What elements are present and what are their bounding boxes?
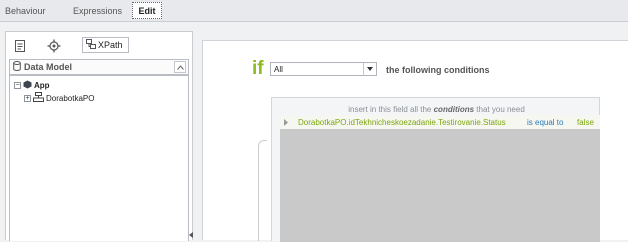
tab-edit[interactable]: Edit bbox=[132, 2, 162, 19]
conditions-label: the following conditions bbox=[386, 65, 490, 75]
hint-text-emphasis: conditions bbox=[433, 105, 475, 114]
tree-item-label: App bbox=[34, 81, 50, 90]
xpath-label: XPath bbox=[98, 40, 123, 50]
tree-item-app[interactable]: − App bbox=[14, 80, 50, 91]
collapse-icon[interactable]: − bbox=[14, 82, 21, 89]
document-icon[interactable] bbox=[13, 39, 27, 53]
tab-divider bbox=[0, 21, 628, 22]
gear-icon[interactable] bbox=[47, 39, 61, 53]
conditions-hint: insert in this field all the conditions … bbox=[272, 105, 601, 114]
condition-field[interactable]: DorabotkaPO.idTekhnicheskoezadanie.Testi… bbox=[298, 118, 506, 127]
app-icon bbox=[23, 80, 32, 91]
dropdown-arrow-icon[interactable] bbox=[363, 63, 376, 75]
xpath-icon bbox=[86, 39, 96, 51]
xpath-button[interactable]: XPath bbox=[82, 37, 129, 53]
data-model-title: Data Model bbox=[24, 62, 73, 72]
left-panel: XPath Data Model − App + DorabotkaPO bbox=[5, 31, 193, 241]
conditions-area[interactable] bbox=[280, 115, 600, 242]
data-model-tree: − App + DorabotkaPO bbox=[9, 75, 189, 241]
row-pointer-icon bbox=[284, 118, 292, 126]
condition-operator[interactable]: is equal to bbox=[527, 118, 563, 127]
condition-row[interactable]: DorabotkaPO.idTekhnicheskoezadanie.Testi… bbox=[280, 115, 600, 129]
data-model-header: Data Model bbox=[9, 59, 189, 75]
collapse-left-icon[interactable] bbox=[189, 230, 193, 240]
condition-value[interactable]: false bbox=[577, 118, 594, 127]
tab-expressions[interactable]: Expressions bbox=[73, 6, 122, 16]
group-bracket bbox=[258, 140, 267, 241]
conditions-drop-zone[interactable]: insert in this field all the conditions … bbox=[271, 97, 601, 242]
tree-item-dorabotkapo[interactable]: + DorabotkaPO bbox=[24, 92, 94, 104]
tab-behaviour[interactable]: Behaviour bbox=[5, 6, 46, 16]
database-icon bbox=[13, 61, 21, 73]
quantifier-value: All bbox=[274, 65, 283, 74]
tree-item-label: DorabotkaPO bbox=[46, 93, 95, 103]
quantifier-select[interactable]: All bbox=[270, 62, 377, 76]
chevron-up-icon[interactable] bbox=[174, 61, 186, 73]
hint-text-after: that you need bbox=[476, 105, 525, 114]
entity-icon bbox=[33, 92, 44, 104]
if-keyword: if bbox=[252, 58, 264, 79]
expand-icon[interactable]: + bbox=[24, 94, 31, 102]
tab-bar: Behaviour Expressions Edit bbox=[0, 0, 628, 22]
hint-text-before: insert in this field all the bbox=[348, 105, 432, 114]
